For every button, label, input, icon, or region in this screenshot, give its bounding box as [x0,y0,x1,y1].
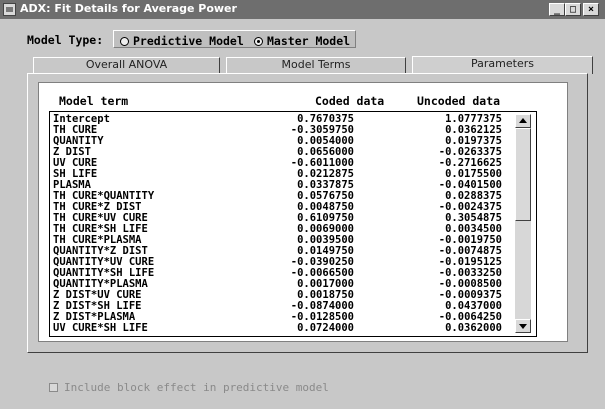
master-model-radio[interactable]: Master Model [254,34,350,48]
table-row[interactable]: UV CURE*SH LIFE 0.0724000 0.0362000 [50,323,536,334]
minimize-button[interactable]: _ [549,3,565,16]
parameters-table-container: Model term Coded data Uncoded data Inter… [38,82,568,342]
scroll-thumb[interactable] [515,128,531,221]
uncoded-data-cell: 0.0362000 [445,322,502,334]
block-effect-option: Include block effect in predictive model [49,381,329,394]
maximize-button[interactable]: □ [565,3,581,16]
radio-on-icon [254,36,263,46]
title-bar[interactable]: ADX: Fit Details for Average Power _ □ × [0,0,605,19]
parameters-list[interactable]: Intercept 0.7670375 1.0777375 TH CURE -0.305… [49,111,537,337]
scroll-down-button[interactable] [515,319,531,333]
block-effect-checkbox[interactable] [49,383,58,392]
tab-model-terms[interactable]: Model Terms [226,57,406,73]
coded-data-header: Coded data [315,94,385,108]
tab-overall-anova[interactable]: Overall ANOVA [33,57,220,73]
arrow-down-icon [519,324,527,329]
tab-parameters[interactable]: Parameters [412,56,593,74]
predictive-model-label: Predictive Model [133,34,244,48]
model-type-label: Model Type: [27,33,104,47]
model-term-header: Model term [59,94,129,108]
model-type-radio-group: Predictive Model Master Model [113,30,356,48]
app-icon[interactable] [3,3,16,16]
vertical-scrollbar[interactable] [515,114,531,333]
window-controls: _ □ × [549,3,599,16]
close-button[interactable]: × [583,3,599,16]
block-effect-label: Include block effect in predictive model [64,381,329,394]
arrow-up-icon [519,118,527,123]
master-model-label: Master Model [267,34,351,48]
model-term-cell: UV CURE*SH LIFE [53,322,148,334]
tab-bar: Overall ANOVA Model Terms Parameters [33,56,593,74]
parameters-panel: Model term Coded data Uncoded data Inter… [27,73,588,353]
predictive-model-radio[interactable]: Predictive Model [120,34,244,48]
window-title: ADX: Fit Details for Average Power [20,2,237,15]
fit-details-window: ADX: Fit Details for Average Power _ □ ×… [0,0,605,409]
uncoded-data-header: Uncoded data [417,94,501,108]
coded-data-cell: 0.0724000 [297,322,354,334]
scroll-up-button[interactable] [515,114,531,128]
radio-off-icon [120,36,129,46]
